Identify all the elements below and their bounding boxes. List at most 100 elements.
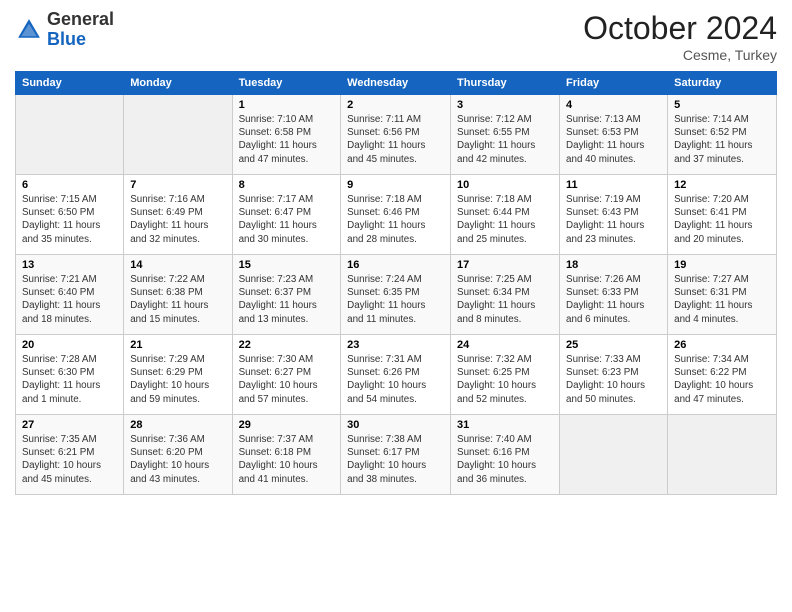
calendar-cell	[16, 95, 124, 175]
day-info: Sunrise: 7:25 AM Sunset: 6:34 PM Dayligh…	[457, 273, 553, 326]
calendar-cell: 20 Sunrise: 7:28 AM Sunset: 6:30 PM Dayli…	[16, 335, 124, 415]
day-info: Sunrise: 7:38 AM Sunset: 6:17 PM Dayligh…	[347, 433, 444, 486]
day-info: Sunrise: 7:19 AM Sunset: 6:43 PM Dayligh…	[566, 193, 661, 246]
location: Cesme, Turkey	[583, 47, 777, 63]
day-number: 30	[347, 419, 444, 431]
day-number: 15	[239, 259, 335, 271]
calendar-cell: 23 Sunrise: 7:31 AM Sunset: 6:26 PM Dayli…	[341, 335, 451, 415]
day-info: Sunrise: 7:24 AM Sunset: 6:35 PM Dayligh…	[347, 273, 444, 326]
day-info: Sunrise: 7:33 AM Sunset: 6:23 PM Dayligh…	[566, 353, 661, 406]
day-number: 28	[130, 419, 225, 431]
calendar-cell: 9Sunrise: 7:18 AM Sunset: 6:46 PM Daylig…	[341, 175, 451, 255]
day-number: 1	[239, 99, 335, 111]
day-info: Sunrise: 7:28 AM Sunset: 6:30 PM Dayligh…	[22, 353, 117, 406]
day-info: Sunrise: 7:10 AM Sunset: 6:58 PM Dayligh…	[239, 113, 335, 166]
day-number: 8	[239, 179, 335, 191]
day-number: 2	[347, 99, 444, 111]
calendar-cell: 21 Sunrise: 7:29 AM Sunset: 6:29 PM Dayli…	[124, 335, 232, 415]
day-info: Sunrise: 7:29 AM Sunset: 6:29 PM Dayligh…	[130, 353, 225, 406]
weekday-header: Wednesday	[341, 72, 451, 95]
calendar-cell: 8 Sunrise: 7:17 AM Sunset: 6:47 PM Daylig…	[232, 175, 341, 255]
calendar-cell	[560, 415, 668, 495]
weekday-header: Tuesday	[232, 72, 341, 95]
day-number: 23	[347, 339, 444, 351]
day-info: Sunrise: 7:23 AM Sunset: 6:37 PM Dayligh…	[239, 273, 335, 326]
day-info: Sunrise: 7:32 AM Sunset: 6:25 PM Dayligh…	[457, 353, 553, 406]
calendar-cell: 19 Sunrise: 7:27 AM Sunset: 6:31 PM Dayli…	[668, 255, 777, 335]
calendar-cell: 31 Sunrise: 7:40 AM Sunset: 6:16 PM Dayli…	[451, 415, 560, 495]
weekday-header: Monday	[124, 72, 232, 95]
day-number: 25	[566, 339, 661, 351]
day-info: Sunrise: 7:37 AM Sunset: 6:18 PM Dayligh…	[239, 433, 335, 486]
calendar-cell: 3Sunrise: 7:12 AM Sunset: 6:55 PM Daylig…	[451, 95, 560, 175]
day-number: 5	[674, 99, 770, 111]
day-number: 24	[457, 339, 553, 351]
logo: General Blue	[15, 10, 114, 50]
day-number: 31	[457, 419, 553, 431]
day-number: 29	[239, 419, 335, 431]
day-info: Sunrise: 7:34 AM Sunset: 6:22 PM Dayligh…	[674, 353, 770, 406]
page-header: General Blue October 2024 Cesme, Turkey	[15, 10, 777, 63]
day-info: Sunrise: 7:16 AM Sunset: 6:49 PM Dayligh…	[130, 193, 225, 246]
calendar-cell: 27 Sunrise: 7:35 AM Sunset: 6:21 PM Dayli…	[16, 415, 124, 495]
day-number: 7	[130, 179, 225, 191]
day-number: 21	[130, 339, 225, 351]
day-number: 9	[347, 179, 444, 191]
day-number: 20	[22, 339, 117, 351]
weekday-header: Thursday	[451, 72, 560, 95]
month-title: October 2024	[583, 10, 777, 47]
calendar-cell: 10 Sunrise: 7:18 AM Sunset: 6:44 PM Dayli…	[451, 175, 560, 255]
day-info: Sunrise: 7:27 AM Sunset: 6:31 PM Dayligh…	[674, 273, 770, 326]
weekday-header: Sunday	[16, 72, 124, 95]
day-info: Sunrise: 7:14 AM Sunset: 6:52 PM Dayligh…	[674, 113, 770, 166]
calendar-table: SundayMondayTuesdayWednesdayThursdayFrid…	[15, 71, 777, 495]
calendar-cell: 25 Sunrise: 7:33 AM Sunset: 6:23 PM Dayli…	[560, 335, 668, 415]
calendar-cell	[668, 415, 777, 495]
day-number: 26	[674, 339, 770, 351]
calendar-cell: 28Sunrise: 7:36 AM Sunset: 6:20 PM Dayli…	[124, 415, 232, 495]
day-info: Sunrise: 7:15 AM Sunset: 6:50 PM Dayligh…	[22, 193, 117, 246]
day-number: 11	[566, 179, 661, 191]
calendar-cell: 18Sunrise: 7:26 AM Sunset: 6:33 PM Dayli…	[560, 255, 668, 335]
day-info: Sunrise: 7:40 AM Sunset: 6:16 PM Dayligh…	[457, 433, 553, 486]
calendar-cell: 26 Sunrise: 7:34 AM Sunset: 6:22 PM Dayli…	[668, 335, 777, 415]
day-number: 19	[674, 259, 770, 271]
day-info: Sunrise: 7:17 AM Sunset: 6:47 PM Dayligh…	[239, 193, 335, 246]
day-number: 22	[239, 339, 335, 351]
day-number: 4	[566, 99, 661, 111]
day-number: 12	[674, 179, 770, 191]
calendar-cell: 15 Sunrise: 7:23 AM Sunset: 6:37 PM Dayli…	[232, 255, 341, 335]
day-number: 13	[22, 259, 117, 271]
calendar-cell: 14Sunrise: 7:22 AM Sunset: 6:38 PM Dayli…	[124, 255, 232, 335]
calendar-cell: 1 Sunrise: 7:10 AM Sunset: 6:58 PM Daylig…	[232, 95, 341, 175]
calendar-cell: 16Sunrise: 7:24 AM Sunset: 6:35 PM Dayli…	[341, 255, 451, 335]
day-number: 17	[457, 259, 553, 271]
title-block: October 2024 Cesme, Turkey	[583, 10, 777, 63]
day-info: Sunrise: 7:11 AM Sunset: 6:56 PM Dayligh…	[347, 113, 444, 166]
day-number: 10	[457, 179, 553, 191]
day-info: Sunrise: 7:31 AM Sunset: 6:26 PM Dayligh…	[347, 353, 444, 406]
calendar-cell: 17 Sunrise: 7:25 AM Sunset: 6:34 PM Dayli…	[451, 255, 560, 335]
day-info: Sunrise: 7:26 AM Sunset: 6:33 PM Dayligh…	[566, 273, 661, 326]
calendar-cell: 13 Sunrise: 7:21 AM Sunset: 6:40 PM Dayli…	[16, 255, 124, 335]
day-info: Sunrise: 7:22 AM Sunset: 6:38 PM Dayligh…	[130, 273, 225, 326]
day-info: Sunrise: 7:21 AM Sunset: 6:40 PM Dayligh…	[22, 273, 117, 326]
calendar-cell: 29 Sunrise: 7:37 AM Sunset: 6:18 PM Dayli…	[232, 415, 341, 495]
day-info: Sunrise: 7:20 AM Sunset: 6:41 PM Dayligh…	[674, 193, 770, 246]
calendar-header: SundayMondayTuesdayWednesdayThursdayFrid…	[16, 72, 777, 95]
calendar-cell: 30 Sunrise: 7:38 AM Sunset: 6:17 PM Dayli…	[341, 415, 451, 495]
calendar-cell: 5 Sunrise: 7:14 AM Sunset: 6:52 PM Daylig…	[668, 95, 777, 175]
calendar-cell: 7 Sunrise: 7:16 AM Sunset: 6:49 PM Daylig…	[124, 175, 232, 255]
calendar-week-row: 20 Sunrise: 7:28 AM Sunset: 6:30 PM Dayli…	[16, 335, 777, 415]
calendar-cell: 11 Sunrise: 7:19 AM Sunset: 6:43 PM Dayli…	[560, 175, 668, 255]
calendar-week-row: 6Sunrise: 7:15 AM Sunset: 6:50 PM Daylig…	[16, 175, 777, 255]
day-info: Sunrise: 7:18 AM Sunset: 6:44 PM Dayligh…	[457, 193, 553, 246]
logo-icon	[15, 16, 43, 44]
calendar-week-row: 27 Sunrise: 7:35 AM Sunset: 6:21 PM Dayli…	[16, 415, 777, 495]
day-number: 3	[457, 99, 553, 111]
logo-text: General Blue	[47, 10, 114, 50]
day-number: 27	[22, 419, 117, 431]
calendar-cell: 12 Sunrise: 7:20 AM Sunset: 6:41 PM Dayli…	[668, 175, 777, 255]
calendar-cell: 24 Sunrise: 7:32 AM Sunset: 6:25 PM Dayli…	[451, 335, 560, 415]
day-info: Sunrise: 7:35 AM Sunset: 6:21 PM Dayligh…	[22, 433, 117, 486]
